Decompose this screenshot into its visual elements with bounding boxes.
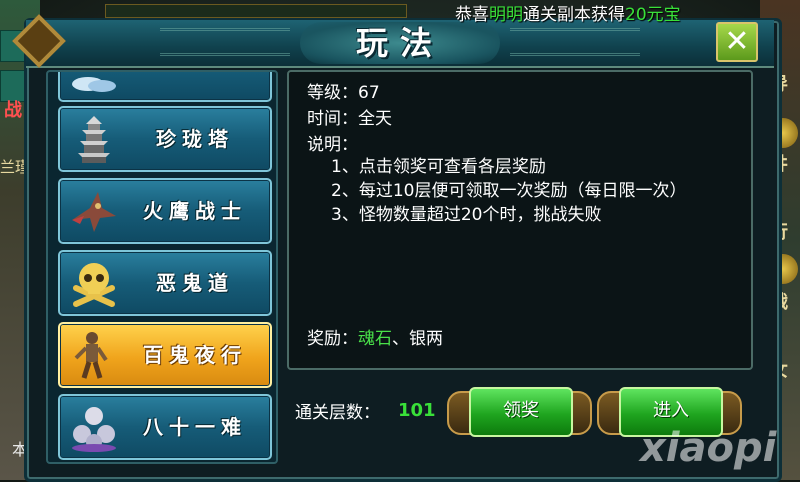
- claim-reward-button[interactable]: 领奖: [447, 385, 592, 437]
- time-label: 时间：: [307, 109, 358, 129]
- top-status-bar: [105, 4, 407, 18]
- activity-details: 等级：67 时间：全天 说明： 1、点击领奖可查看各层奖励 2、每过10层便可领…: [287, 70, 753, 370]
- broadcast-prefix: 恭喜: [455, 5, 489, 25]
- list-item-label: 百鬼夜行: [143, 343, 247, 367]
- list-item-label: 八十一难: [143, 415, 247, 439]
- broadcast-player-name: 明明: [489, 5, 523, 25]
- list-item-label: 恶鬼道: [156, 271, 234, 295]
- pagoda-icon: [78, 116, 110, 163]
- header-ornament-right: [510, 28, 640, 56]
- header-ornament-left: [160, 28, 290, 56]
- list-item-label: 珍珑塔: [156, 127, 234, 151]
- reward-row: 奖励：魂石、银两: [307, 324, 443, 349]
- broadcast-middle: 通关副本获得: [523, 5, 625, 25]
- site-watermark: xiaopi: [640, 425, 777, 471]
- list-item-zhenlong-tower[interactable]: 珍珑塔: [58, 106, 272, 172]
- reward-label: 奖励：: [307, 329, 358, 349]
- list-item-fire-eagle-warrior[interactable]: 火鹰战士: [58, 178, 272, 244]
- time-value: 全天: [358, 109, 392, 129]
- close-button[interactable]: ✕: [716, 22, 758, 62]
- rule-item: 2、每过10层便可领取一次奖励（每日限一次）: [331, 181, 687, 201]
- reward-separator: 、: [392, 329, 409, 349]
- claim-reward-label: 领奖: [503, 400, 539, 421]
- ghost-icon: [74, 332, 108, 379]
- list-item-eighty-one-trials[interactable]: 八十一难: [58, 394, 272, 460]
- level-row: 等级：67: [307, 78, 380, 103]
- level-label: 等级：: [307, 83, 358, 103]
- rule-item: 1、点击领奖可查看各层奖励: [331, 157, 546, 177]
- cloud-icon: [72, 77, 116, 92]
- list-item[interactable]: [58, 72, 272, 102]
- level-value: 67: [358, 83, 380, 103]
- time-row: 时间：全天: [307, 104, 392, 129]
- list-item-label: [130, 72, 260, 100]
- activity-list[interactable]: 珍珑塔 火鹰战士 恶鬼道 百鬼夜行 八十一难: [46, 70, 278, 464]
- list-item-evil-ghost-road[interactable]: 恶鬼道: [58, 250, 272, 316]
- broadcast-reward: 20元宝: [625, 5, 681, 25]
- skull-icon: [73, 263, 115, 307]
- rule-item: 3、怪物数量超过20个时，挑战失败: [331, 205, 602, 225]
- broadcast-ticker: 恭喜明明通关副本获得20元宝: [455, 0, 800, 25]
- reward-primary: 魂石: [358, 329, 392, 349]
- skulls-pile-icon: [72, 407, 116, 452]
- cleared-floors-label: 通关层数：: [295, 403, 380, 423]
- cleared-floors-value: 101: [398, 400, 436, 421]
- list-item-hundred-ghosts-night-walk[interactable]: 百鬼夜行: [58, 322, 272, 388]
- reward-secondary: 银两: [409, 329, 443, 349]
- panel-title: 玩法: [355, 24, 444, 62]
- background-text: 战: [4, 100, 22, 121]
- eagle-icon: [72, 192, 116, 232]
- list-item-label: 火鹰战士: [143, 199, 247, 223]
